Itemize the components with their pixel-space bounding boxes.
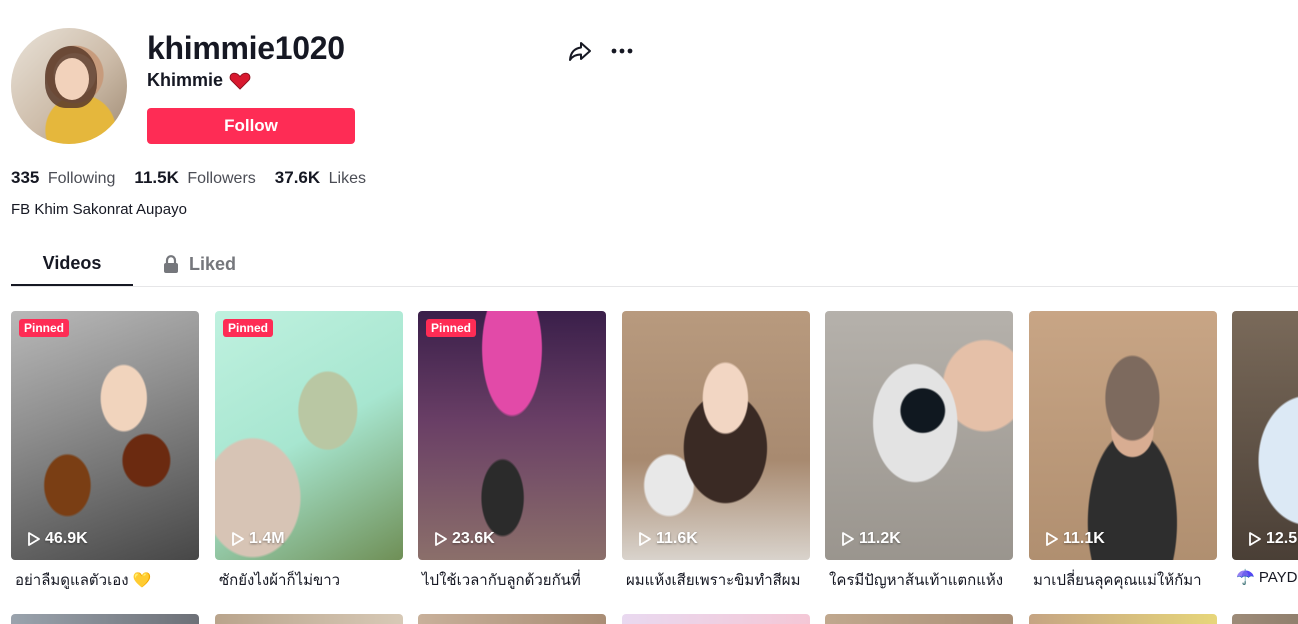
stat-value: 335	[11, 168, 40, 187]
video-thumbnail[interactable]: Pinned 1.4M	[215, 311, 403, 560]
view-count: 1.4M	[231, 530, 285, 548]
view-count-value: 1.4M	[249, 530, 285, 547]
view-count: 23.6K	[434, 530, 495, 548]
stat-label: Followers	[187, 170, 256, 187]
profile-username: khimmie1020	[147, 30, 345, 66]
video-card[interactable]: 11.2K ใครมีปัญหาส้นเท้าแตกแห้ง	[825, 311, 1013, 590]
profile-stats: 335 Following 11.5K Followers 37.6K Like…	[11, 168, 366, 188]
play-icon	[639, 532, 651, 546]
lock-icon	[164, 255, 178, 273]
video-thumbnail[interactable]: 11.6K	[622, 311, 810, 560]
video-thumbnail[interactable]: Pinned 23.6K	[418, 311, 606, 560]
video-caption[interactable]: ซักยังไงผ้าก็ไม่ขาว	[215, 568, 403, 590]
video-thumbnail[interactable]: Pinned 46.9K	[11, 311, 199, 560]
view-count-value: 11.2K	[859, 530, 901, 547]
stat-label: Likes	[328, 170, 366, 187]
profile-tabs: Videos Liked	[11, 242, 1298, 287]
play-icon	[1046, 532, 1058, 546]
pinned-badge: Pinned	[19, 319, 70, 337]
view-count-value: 11.1K	[1063, 530, 1105, 547]
video-card[interactable]: 11.1K มาเปลี่ยนลุคคุณแม่ให้กัมา	[1029, 311, 1217, 590]
video-thumbnail-next-row[interactable]	[11, 614, 199, 624]
stat-value: 37.6K	[274, 168, 321, 187]
video-caption[interactable]: ไปใช้เวลากับลูกด้วยกันที่	[418, 568, 606, 590]
stat-likes: 37.6K Likes	[275, 168, 366, 188]
view-count: 12.5	[1248, 530, 1297, 548]
view-count-value: 46.9K	[45, 530, 88, 547]
view-count: 11.2K	[841, 530, 901, 548]
view-count-value: 11.6K	[656, 530, 698, 547]
tab-liked[interactable]: Liked	[163, 242, 263, 286]
video-thumbnail-next-row[interactable]	[622, 614, 810, 624]
video-caption[interactable]: อย่าลืมดูแลตัวเอง 💛	[11, 568, 199, 590]
view-count-value: 23.6K	[452, 530, 495, 547]
stat-followers[interactable]: 11.5K Followers	[134, 168, 255, 188]
stat-value: 11.5K	[134, 168, 179, 187]
tab-label: Liked	[189, 253, 237, 274]
video-card[interactable]: 12.5 ☂️ PAYD	[1232, 311, 1298, 590]
video-thumbnail[interactable]: 11.2K	[825, 311, 1013, 560]
play-icon	[1249, 532, 1261, 546]
video-thumbnail[interactable]: 12.5	[1232, 311, 1298, 560]
video-thumbnail-next-row[interactable]	[418, 614, 606, 624]
video-caption[interactable]: ☂️ PAYD	[1232, 568, 1298, 590]
profile-bio: FB Khim Sakonrat Aupayo	[11, 201, 187, 218]
video-card[interactable]: Pinned 23.6K ไปใช้เวลากับลูกด้วยกันที่	[418, 311, 606, 590]
video-thumbnail-next-row[interactable]	[215, 614, 403, 624]
video-caption[interactable]: มาเปลี่ยนลุคคุณแม่ให้กัมา	[1029, 568, 1217, 590]
view-count: 11.1K	[1045, 530, 1105, 548]
video-thumbnail[interactable]: 11.1K	[1029, 311, 1217, 560]
video-thumbnail-next-row[interactable]	[825, 614, 1013, 624]
video-thumbnail-next-row[interactable]	[1232, 614, 1298, 624]
tab-videos[interactable]: Videos	[11, 242, 133, 286]
tab-label: Videos	[42, 252, 102, 273]
follow-button[interactable]: Follow	[147, 108, 355, 144]
profile-avatar[interactable]	[11, 28, 127, 144]
play-icon	[232, 532, 244, 546]
video-thumbnail-next-row[interactable]	[1029, 614, 1217, 624]
view-count-value: 12.5	[1266, 530, 1298, 547]
play-icon	[28, 532, 40, 546]
view-count: 11.6K	[638, 530, 698, 548]
play-icon	[842, 532, 854, 546]
video-caption[interactable]: ผมแห้งเสียเพราะขิมทำสีผม	[622, 568, 810, 590]
video-caption[interactable]: ใครมีปัญหาส้นเท้าแตกแห้ง	[825, 568, 1013, 590]
nickname-text: Khimmie	[147, 70, 224, 90]
view-count: 46.9K	[27, 530, 88, 548]
pinned-badge: Pinned	[223, 319, 274, 337]
video-card[interactable]: 11.6K ผมแห้งเสียเพราะขิมทำสีผม	[622, 311, 810, 590]
video-card[interactable]: Pinned 46.9K อย่าลืมดูแลตัวเอง 💛	[11, 311, 199, 590]
share-icon[interactable]	[567, 38, 593, 64]
stat-label: Following	[47, 170, 116, 187]
play-icon	[435, 532, 447, 546]
video-grid: Pinned 46.9K อย่าลืมดูแลตัวเอง 💛 Pinned …	[11, 311, 1298, 624]
video-card[interactable]: Pinned 1.4M ซักยังไงผ้าก็ไม่ขาว	[215, 311, 403, 590]
profile-nickname: Khimmie	[147, 70, 251, 91]
pinned-badge: Pinned	[426, 319, 477, 337]
heart-icon	[229, 72, 251, 90]
more-options-icon[interactable]	[608, 38, 636, 64]
stat-following[interactable]: 335 Following	[11, 168, 115, 188]
